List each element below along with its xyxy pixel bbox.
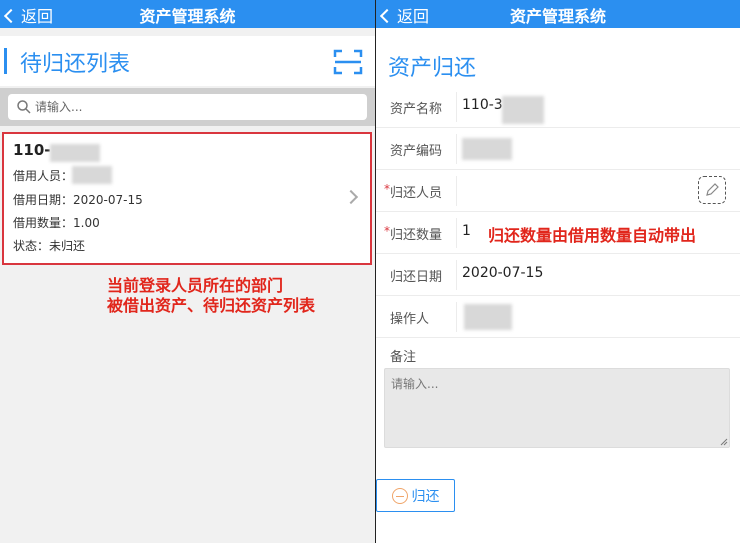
asset-code: 110- <box>13 141 51 159</box>
redacted-block <box>502 96 544 124</box>
return-person-label: 归还人员 <box>390 186 443 201</box>
chevron-left-icon <box>379 8 395 23</box>
asset-name-label: 资产名称 <box>390 102 443 117</box>
return-date-label: 归还日期 <box>390 270 443 285</box>
scan-icon[interactable] <box>333 48 363 76</box>
asset-name-value: 110-3 <box>462 97 503 113</box>
borrow-date: 借用日期：2020-07-15 <box>13 193 143 207</box>
redacted-block <box>462 138 512 160</box>
annotation-line: 被借出资产、待归还资产列表 <box>107 296 316 315</box>
note-textarea[interactable] <box>384 368 730 448</box>
redacted-block <box>72 166 112 184</box>
select-person-button[interactable] <box>698 176 726 204</box>
asset-return-screen: 返回 资产管理系统 资产归还 资产名称 110-3 资产编码 * 归还人员 * … <box>376 0 740 543</box>
app-title: 资产管理系统 <box>509 7 606 26</box>
return-quantity-label: 归还数量 <box>390 228 443 243</box>
borrower-label: 借用人员： <box>13 169 74 183</box>
field-separator <box>456 302 457 332</box>
field-separator <box>456 176 457 206</box>
top-nav-bar: 返回 资产管理系统 <box>0 0 375 28</box>
field-separator <box>456 134 457 164</box>
back-button[interactable]: 返回 <box>3 3 54 27</box>
return-date-value[interactable]: 2020-07-15 <box>462 265 543 281</box>
field-separator <box>456 218 457 248</box>
field-separator <box>456 260 457 290</box>
annotation-line: 当前登录人员所在的部门 <box>107 276 284 295</box>
search-box <box>8 94 367 120</box>
list-item[interactable]: 110- 借用人员： 借用日期：2020-07-15 借用数量：1.00 状态：… <box>2 132 372 265</box>
back-label: 返回 <box>21 7 54 26</box>
back-button[interactable]: 返回 <box>379 3 430 27</box>
chevron-right-icon <box>343 189 359 205</box>
page-title: 资产归还 <box>388 56 477 81</box>
field-separator <box>456 92 457 122</box>
app-title: 资产管理系统 <box>139 7 236 26</box>
return-person-row: * 归还人员 <box>376 170 740 212</box>
resize-handle-icon[interactable] <box>720 438 728 446</box>
operator-label: 操作人 <box>390 312 430 327</box>
annotation-text: 归还数量由借用数量自动带出 <box>488 226 697 245</box>
asset-name-row: 资产名称 110-3 <box>376 86 740 128</box>
annotation-text: 当前登录人员所在的部门 被借出资产、待归还资产列表 <box>107 276 315 316</box>
back-label: 返回 <box>397 7 430 26</box>
asset-code-label: 资产编码 <box>390 144 443 159</box>
return-button-label: 归还 <box>411 488 440 505</box>
page-title: 待归还列表 <box>20 52 131 77</box>
chevron-left-icon <box>3 8 19 23</box>
borrow-quantity: 借用数量：1.00 <box>13 216 100 230</box>
status-text: 状态：未归还 <box>13 239 86 253</box>
redacted-block <box>464 304 512 330</box>
list-header: 待归还列表 <box>0 36 375 86</box>
minus-circle-icon <box>391 487 408 504</box>
operator-row: 操作人 <box>376 296 740 338</box>
pencil-icon <box>706 183 719 196</box>
note-label: 备注 <box>390 350 417 365</box>
top-nav-bar: 返回 资产管理系统 <box>376 0 740 28</box>
title-accent-bar <box>4 48 7 74</box>
redacted-block <box>50 144 100 162</box>
search-bar <box>0 88 375 126</box>
asset-code-row: 资产编码 <box>376 128 740 170</box>
return-date-row: 归还日期 2020-07-15 <box>376 254 740 296</box>
return-quantity-value[interactable]: 1 <box>462 223 471 239</box>
return-button[interactable]: 归还 <box>376 479 455 512</box>
pending-return-list-screen: 返回 资产管理系统 待归还列表 110- 借用人员： 借用日期：2020-07-… <box>0 0 375 543</box>
search-icon <box>17 100 31 114</box>
search-input[interactable] <box>35 100 355 114</box>
